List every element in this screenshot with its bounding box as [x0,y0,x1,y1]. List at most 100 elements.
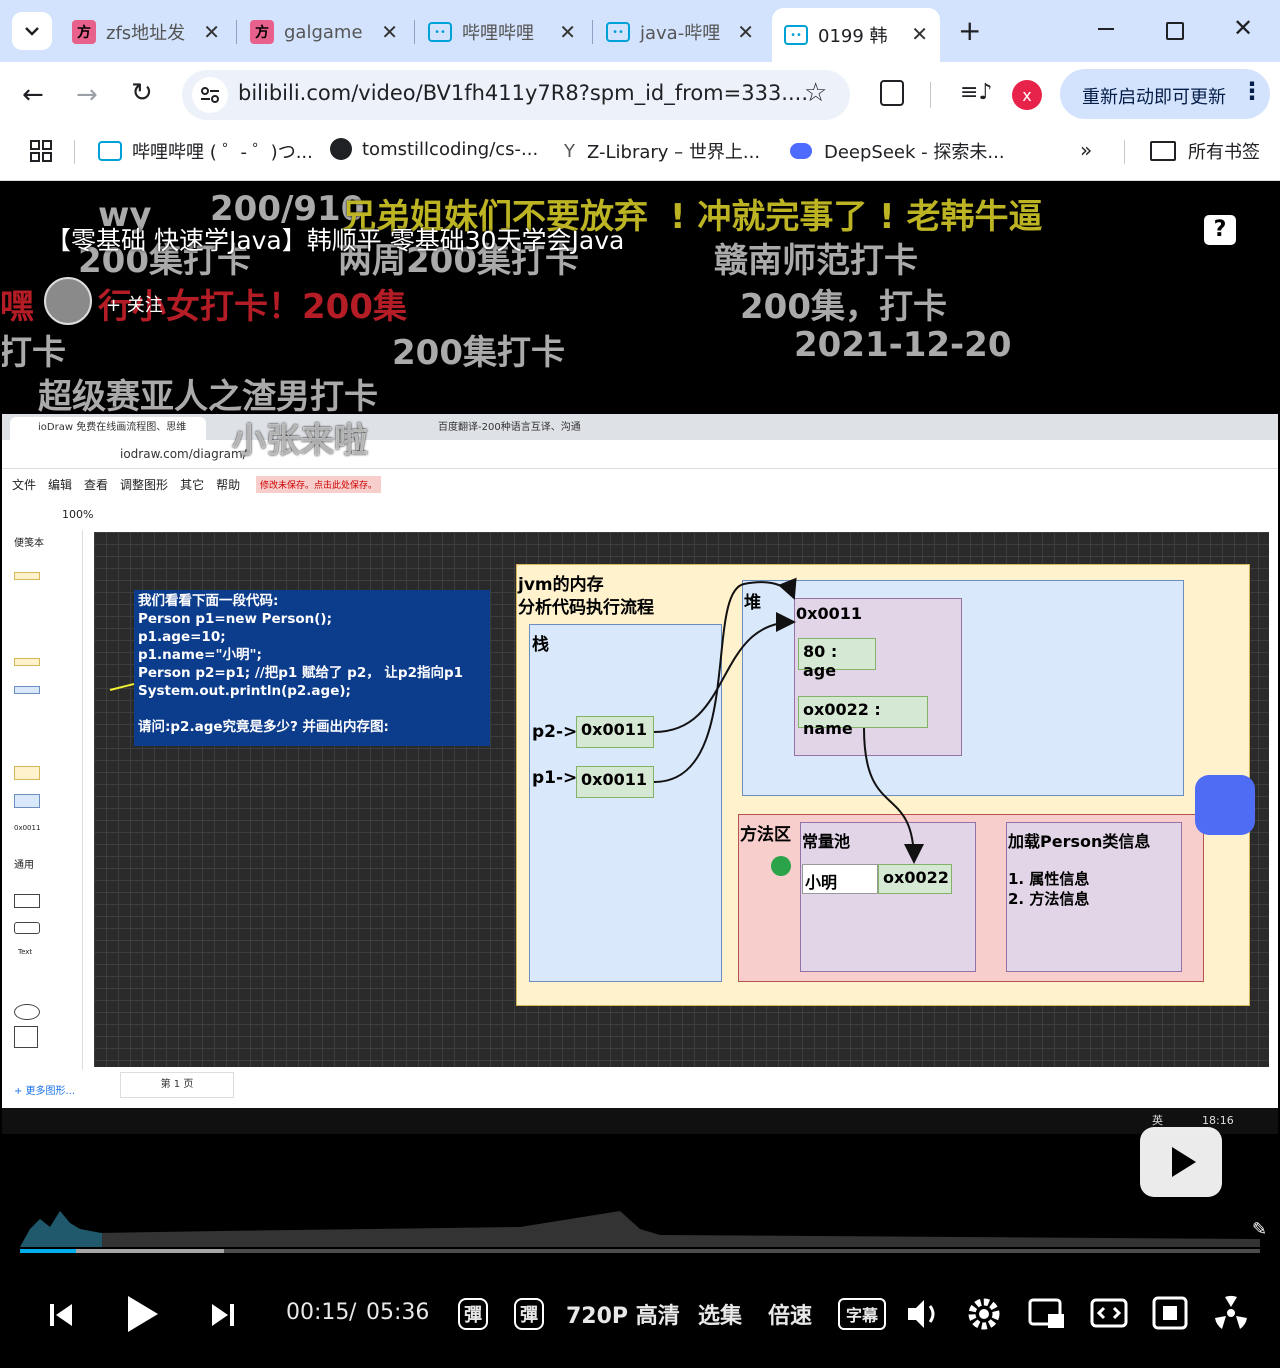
player-controls: 00:15 / 05:36 彈 彈 720P 高清 选集 倍速 字幕 [2,1232,1278,1366]
sidebar-title: 便笺本 [14,538,44,549]
follow-button[interactable]: + 关注 [106,291,163,317]
fang-icon: 方 [250,20,274,44]
video-player[interactable]: 200/910 兄弟姐妹们不要放弃 ! 冲就完事了 ! 老韩牛逼 wy 200集… [2,181,1278,1366]
tab-galgame[interactable]: 方 galgame ✕ [250,10,410,54]
close-icon[interactable]: ✕ [203,20,220,44]
episodes-button[interactable]: 选集 [698,1298,742,1330]
bookmark-github[interactable]: tomstillcoding/cs-... [330,138,538,160]
site-info-icon[interactable] [192,77,228,113]
tab-label: 哔哩哔哩 [462,23,534,44]
web-fullscreen-icon[interactable] [1152,1296,1188,1330]
close-icon[interactable]: ✕ [559,20,576,44]
extensions-icon[interactable] [880,80,904,106]
new-tab-button[interactable]: + [958,14,981,47]
close-window-button[interactable]: ✕ [1233,14,1253,42]
all-bookmarks[interactable]: 所有书签 [1150,138,1260,164]
danmaku: 小张来啦 [232,421,368,461]
minimize-button[interactable] [1098,28,1114,30]
sidebar-item-label: 0x0011 [14,824,41,832]
video-title: 【零基础 快速学Java】韩顺平 零基础30天学会Java [46,226,625,255]
tab-label: java-哔哩 [640,23,721,44]
inner-tab: ioDraw 免费在线画流程图、思维 [10,417,206,440]
settings-gear-icon[interactable] [966,1296,1002,1332]
current-time: 00:15 [286,1300,350,1325]
close-icon[interactable]: ✕ [381,20,398,44]
tab-strip: 方 zfs地址发 ✕ 方 galgame ✕ •• 哔哩哔哩 ✕ •• java… [0,0,1280,62]
next-icon[interactable] [210,1302,236,1328]
star-icon[interactable]: ☆ [804,78,827,108]
bilibili-icon: •• [784,25,808,45]
bookmark-zlibrary[interactable]: Y Z-Library – 世界上... [564,138,760,164]
tab-active[interactable]: •• 0199 韩 ✕ [772,8,940,62]
tab-label: 0199 韩 [818,26,888,47]
tab-search-button[interactable] [12,12,52,50]
danmaku: 超级赛亚人之渣男打卡 [38,377,378,417]
play-icon[interactable] [124,1294,160,1334]
inner-lang: 英 [1152,1114,1163,1127]
folder-icon [1150,141,1176,161]
total-time: 05:36 [366,1300,430,1325]
back-button[interactable]: ← [22,80,44,110]
close-icon[interactable]: ✕ [737,20,754,44]
address-bar[interactable]: bilibili.com/video/BV1fh411y7R8?spm_id_f… [182,70,850,120]
tab-label: galgame [284,21,363,43]
zoom-level: 100% [62,508,94,521]
speed-button[interactable]: 倍速 [768,1298,812,1330]
maximize-button[interactable] [1166,22,1184,40]
media-control-icon[interactable]: ≡♪ [960,80,992,105]
danmaku: 200集打卡 [392,333,565,373]
tab-zfs[interactable]: 方 zfs地址发 ✕ [72,10,232,54]
bookmark-deepseek[interactable]: DeepSeek - 探索未... [790,138,1005,164]
zlibrary-icon: Y [564,140,575,162]
fang-icon: 方 [72,20,96,44]
deepseek-icon [790,143,812,159]
uploader-avatar[interactable] [44,277,92,325]
close-icon[interactable]: ✕ [911,22,928,46]
picture-in-picture-icon[interactable] [1028,1298,1066,1330]
danmaku: 200集，打卡 [740,287,947,327]
github-icon [330,138,352,160]
previous-icon[interactable] [48,1302,74,1328]
sidebar-section: 通用 [14,860,34,871]
widescreen-icon[interactable] [1090,1298,1128,1328]
tab-label: zfs地址发 [106,23,186,44]
danmaku: 打卡 [2,333,66,373]
chevron-right-icon[interactable]: » [1080,138,1092,162]
inner-menu: 文件 编辑 查看 调整图形 其它 帮助 [12,478,241,492]
bilibili-icon: •• [428,22,452,42]
fullscreen-icon[interactable] [1212,1294,1250,1332]
danmaku-settings-icon[interactable]: 彈 [514,1298,544,1330]
reload-button[interactable]: ↻ [131,78,153,108]
save-notice: 修改未保存。点击此处保存。 [256,476,382,493]
tab-bilibili[interactable]: •• 哔哩哔哩 ✕ [428,10,588,54]
inner-taskbar [2,1108,1278,1134]
update-button[interactable]: 重新启动即可更新 ⋮ [1060,69,1270,119]
page-tab: 第 1 页 [120,1072,234,1098]
tab-java[interactable]: •• java-哔哩 ✕ [606,10,766,54]
danmaku: 2021-12-20 [794,325,1012,365]
danmaku: ! 冲就完事了 ! 老韩牛逼 [670,197,1043,237]
danmaku: 嘿 [2,287,34,327]
more-shapes-link: + 更多图形... [14,1086,76,1097]
bookmark-bilibili[interactable]: 哔哩哔哩 ( ゜- ゜)つ... [98,138,313,164]
time-separator: / [349,1300,357,1325]
inner-url: iodraw.com/diagram/ [120,447,247,461]
assistant-icon[interactable] [1195,775,1255,835]
chevron-down-icon [25,27,39,36]
profile-avatar[interactable]: x [1012,80,1042,110]
volume-icon[interactable] [906,1298,942,1330]
drawing-canvas: 我们看看下面一段代码: Person p1=new Person(); p1.a… [94,532,1269,1067]
help-icon[interactable]: ? [1204,215,1236,245]
play-overlay-icon[interactable] [1140,1127,1222,1197]
subtitle-off-icon[interactable]: 字幕 [838,1298,887,1330]
apps-grid-icon[interactable] [30,140,52,162]
inner-tab: 百度翻译-200种语言互译、沟通 [438,422,581,433]
bilibili-icon [98,141,122,161]
danmaku: 赣南师范打卡 [714,241,918,281]
danmaku-toggle-icon[interactable]: 彈 [458,1298,488,1330]
update-label: 重新启动即可更新 [1082,87,1226,108]
more-vert-icon: ⋮ [1240,77,1264,105]
reference-arrows [109,577,924,864]
quality-button[interactable]: 720P 高清 [566,1298,680,1330]
forward-button[interactable]: → [76,80,98,110]
